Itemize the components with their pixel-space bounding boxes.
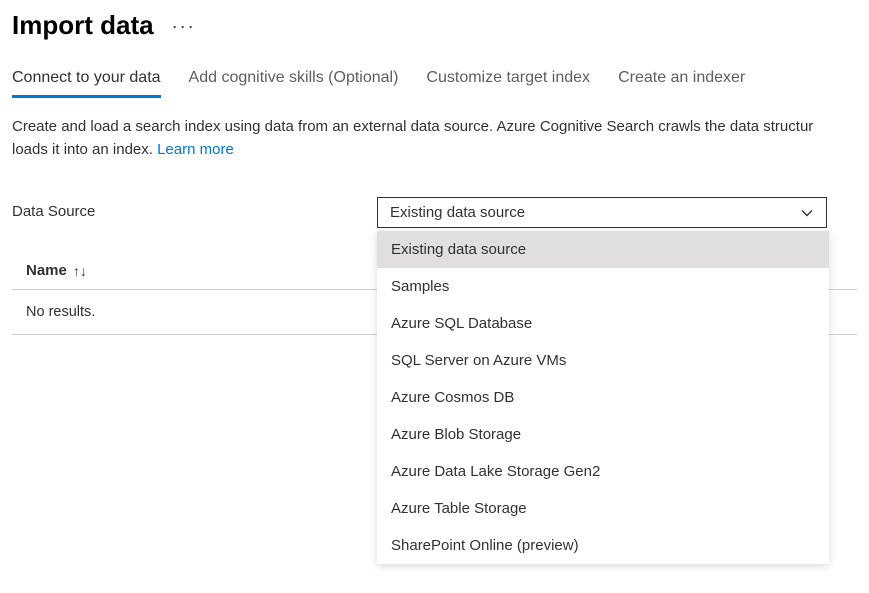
page-title: Import data bbox=[12, 10, 154, 41]
learn-more-link[interactable]: Learn more bbox=[157, 141, 234, 158]
data-source-selected-value: Existing data source bbox=[390, 204, 525, 221]
data-source-dropdown: Existing data source Samples Azure SQL D… bbox=[377, 231, 829, 564]
dropdown-option[interactable]: Existing data source bbox=[377, 231, 829, 268]
dropdown-option[interactable]: Azure Data Lake Storage Gen2 bbox=[377, 453, 829, 490]
tab-create-an-indexer[interactable]: Create an indexer bbox=[618, 69, 745, 98]
wizard-tabs: Connect to your data Add cognitive skill… bbox=[12, 69, 857, 98]
description-text: Create and load a search index using dat… bbox=[12, 116, 857, 161]
data-source-select[interactable]: Existing data source bbox=[377, 197, 827, 228]
dropdown-option[interactable]: Azure Table Storage bbox=[377, 490, 829, 527]
column-header-label: Name bbox=[26, 262, 67, 279]
tab-add-cognitive-skills[interactable]: Add cognitive skills (Optional) bbox=[189, 69, 399, 98]
dropdown-option[interactable]: Azure SQL Database bbox=[377, 305, 829, 342]
chevron-down-icon bbox=[800, 206, 814, 220]
dropdown-option[interactable]: Azure Blob Storage bbox=[377, 416, 829, 453]
description-line1: Create and load a search index using dat… bbox=[12, 118, 813, 135]
tab-connect-to-your-data[interactable]: Connect to your data bbox=[12, 69, 161, 98]
tab-customize-target-index[interactable]: Customize target index bbox=[426, 69, 590, 98]
sort-icon: ↑↓ bbox=[73, 264, 87, 278]
data-source-label: Data Source bbox=[12, 197, 357, 220]
description-line2-prefix: loads it into an index. bbox=[12, 141, 157, 158]
dropdown-option[interactable]: Azure Cosmos DB bbox=[377, 379, 829, 416]
more-icon[interactable]: ··· bbox=[172, 17, 196, 35]
dropdown-option[interactable]: SharePoint Online (preview) bbox=[377, 527, 829, 564]
dropdown-option[interactable]: SQL Server on Azure VMs bbox=[377, 342, 829, 379]
dropdown-option[interactable]: Samples bbox=[377, 268, 829, 305]
